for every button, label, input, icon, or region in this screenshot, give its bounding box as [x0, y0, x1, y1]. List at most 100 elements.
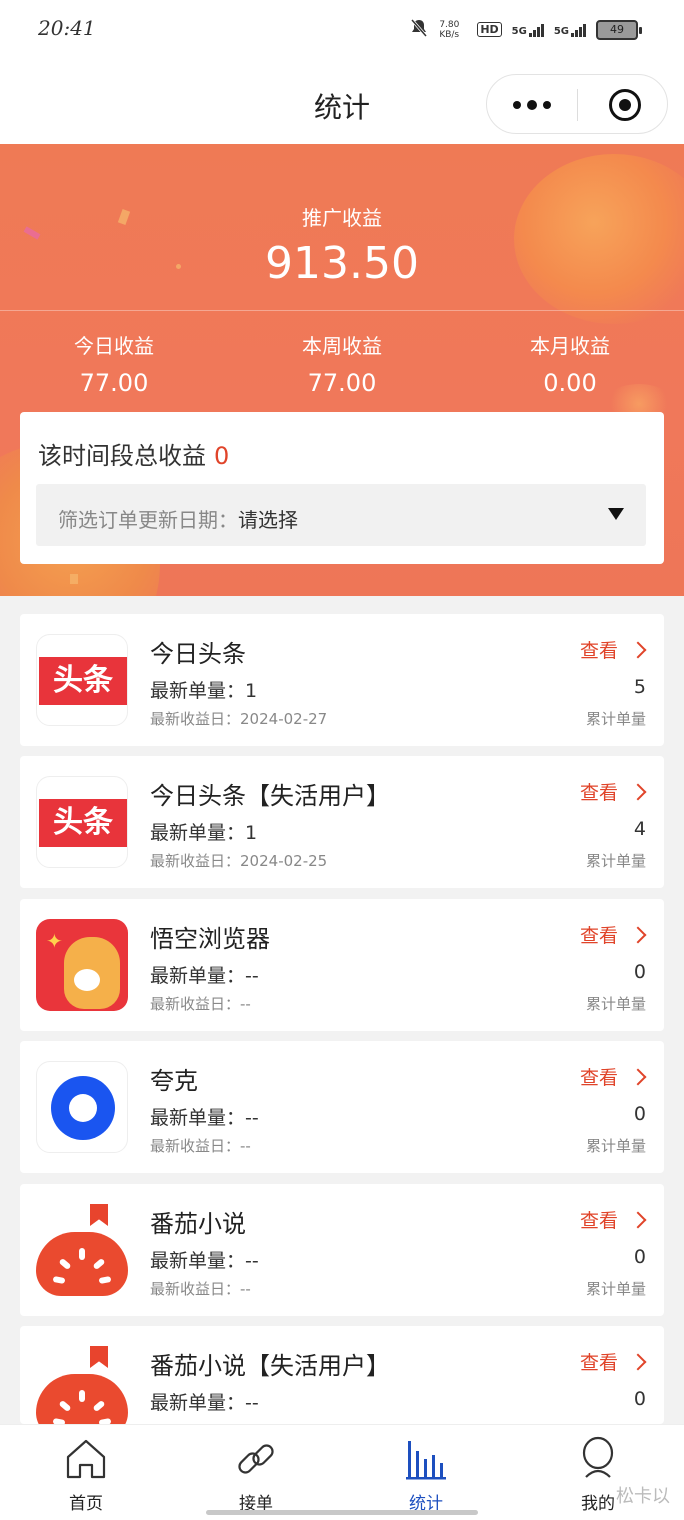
toutiao-logo-icon: 头条: [36, 634, 128, 726]
list-item[interactable]: ✦ 悟空浏览器 最新单量：-- 最新收益日：-- 查看 0 累计单量: [20, 899, 664, 1031]
date-label: 最新收益日：: [150, 710, 241, 728]
date-filter-value: 请选择: [238, 508, 298, 532]
user-icon: [574, 1435, 622, 1483]
chevron-right-icon: [629, 1211, 647, 1228]
miniprogram-capsule: [486, 74, 668, 134]
more-icon[interactable]: [513, 97, 553, 113]
item-count-label: 累计单量: [585, 710, 646, 728]
capsule-divider: [577, 89, 578, 121]
link-icon: [232, 1435, 280, 1483]
date-filter: 筛选订单更新日期：请选择: [58, 504, 298, 533]
view-label: 查看: [579, 1210, 618, 1232]
toutiao-logo-text: 头条: [39, 799, 127, 847]
item-count: 0: [633, 1246, 646, 1268]
banner-divider: [0, 310, 684, 311]
chevron-right-icon: [629, 1068, 647, 1085]
wukong-browser-logo-icon: ✦: [36, 919, 128, 1011]
list-item[interactable]: 头条 今日头条 最新单量：1 最新收益日：2024-02-27 查看 5 累计单…: [20, 614, 664, 746]
promotion-earnings-value: 913.50: [265, 238, 419, 289]
bottom-tab-bar: 首页 接单 统计 我的: [0, 1424, 684, 1520]
item-name: 今日头条【失活用户】: [150, 782, 390, 810]
item-count-label: 累计单量: [585, 1137, 646, 1155]
item-latest: 最新单量：--: [150, 1246, 259, 1273]
item-name: 番茄小说: [150, 1210, 246, 1238]
view-label: 查看: [579, 1352, 618, 1374]
date-label: 最新收益日：: [150, 852, 241, 870]
item-name: 番茄小说【失活用户】: [150, 1352, 390, 1380]
stat-value: 77.00: [79, 369, 149, 397]
chevron-right-icon: [629, 1353, 647, 1370]
date-value: --: [240, 1137, 251, 1155]
stat-label: 本周收益: [302, 334, 382, 358]
stat-value: 0.00: [543, 369, 597, 397]
filter-card: 该时间段总收益 0 筛选订单更新日期：请选择: [20, 412, 664, 564]
latest-label: 最新单量：: [150, 822, 246, 844]
date-value: 2024-02-27: [240, 710, 328, 728]
item-count-label: 累计单量: [585, 852, 646, 870]
tab-statistics[interactable]: 统计: [376, 1435, 476, 1514]
kuake-logo-icon: [36, 1061, 128, 1153]
signal-bars-icon: [571, 23, 586, 37]
toutiao-logo-text: 头条: [39, 657, 127, 705]
stat-label: 今日收益: [74, 334, 154, 358]
chevron-right-icon: [629, 926, 647, 943]
view-button[interactable]: 查看: [579, 1063, 647, 1090]
date-value: --: [240, 995, 251, 1013]
mute-bell-icon: [409, 18, 429, 41]
toutiao-logo-icon: 头条: [36, 776, 128, 868]
view-button[interactable]: 查看: [580, 778, 647, 805]
item-latest: 最新单量：--: [150, 1103, 259, 1130]
view-button[interactable]: 查看: [579, 921, 647, 948]
confetti: [70, 574, 78, 584]
item-date: 最新收益日：2024-02-25: [150, 850, 327, 871]
home-indicator: [206, 1510, 478, 1515]
stat-week: 本周收益 77.00: [228, 330, 456, 397]
signal-5g-1: 5G: [512, 23, 544, 37]
view-button[interactable]: 查看: [579, 636, 647, 663]
item-latest: 最新单量：--: [150, 961, 259, 988]
latest-value: --: [245, 1250, 259, 1272]
latest-value: --: [245, 965, 259, 987]
title-bar: 统计: [0, 60, 684, 144]
view-label: 查看: [579, 925, 618, 947]
date-filter-select[interactable]: 筛选订单更新日期：请选择: [36, 484, 646, 546]
view-button[interactable]: 查看: [579, 1206, 647, 1233]
fanqie-novel-logo-icon: [36, 1204, 128, 1296]
latest-value: 1: [245, 680, 258, 702]
tab-home[interactable]: 首页: [36, 1435, 136, 1514]
latest-value: 1: [245, 822, 258, 844]
stat-month: 本月收益 0.00: [456, 330, 684, 397]
view-label: 查看: [579, 1067, 618, 1089]
item-date: 最新收益日：--: [150, 1278, 251, 1299]
net-speed: 7.80 KB/s: [439, 19, 460, 40]
close-miniprogram-icon[interactable]: [609, 89, 641, 121]
status-bar: 20:41 7.80 KB/s HD 5G 5G 49: [0, 0, 684, 60]
date-label: 最新收益日：: [150, 1137, 241, 1155]
period-total-value: 0: [214, 442, 230, 470]
list-item[interactable]: 夸克 最新单量：-- 最新收益日：-- 查看 0 累计单量: [20, 1041, 664, 1173]
status-icons: 7.80 KB/s HD 5G 5G 49: [409, 18, 642, 41]
item-latest: 最新单量：1: [150, 676, 257, 703]
battery-icon: 49: [596, 19, 642, 40]
item-count: 0: [633, 1388, 646, 1410]
item-name: 今日头条: [150, 640, 246, 668]
view-label: 查看: [579, 640, 618, 662]
signal-5g-2: 5G: [554, 23, 586, 37]
list-item[interactable]: 番茄小说 最新单量：-- 最新收益日：-- 查看 0 累计单量: [20, 1184, 664, 1316]
item-date: 最新收益日：--: [150, 1135, 251, 1156]
period-total: 该时间段总收益 0: [38, 436, 229, 471]
bar-chart-icon: [402, 1435, 450, 1483]
item-name: 悟空浏览器: [150, 925, 270, 953]
view-button[interactable]: 查看: [579, 1348, 647, 1375]
latest-label: 最新单量：: [150, 965, 246, 987]
latest-value: --: [245, 1392, 259, 1414]
list-item[interactable]: 番茄小说【失活用户】 最新单量：-- 查看 0: [20, 1326, 664, 1424]
stat-value: 77.00: [307, 369, 377, 397]
list-item[interactable]: 头条 今日头条【失活用户】 最新单量：1 最新收益日：2024-02-25 查看…: [20, 756, 664, 888]
latest-label: 最新单量：: [150, 1250, 246, 1272]
date-value: 2024-02-25: [240, 852, 328, 870]
item-name: 夸克: [150, 1067, 198, 1095]
status-time: 20:41: [38, 16, 96, 40]
item-date: 最新收益日：2024-02-27: [150, 708, 327, 729]
tab-orders[interactable]: 接单: [206, 1435, 306, 1514]
